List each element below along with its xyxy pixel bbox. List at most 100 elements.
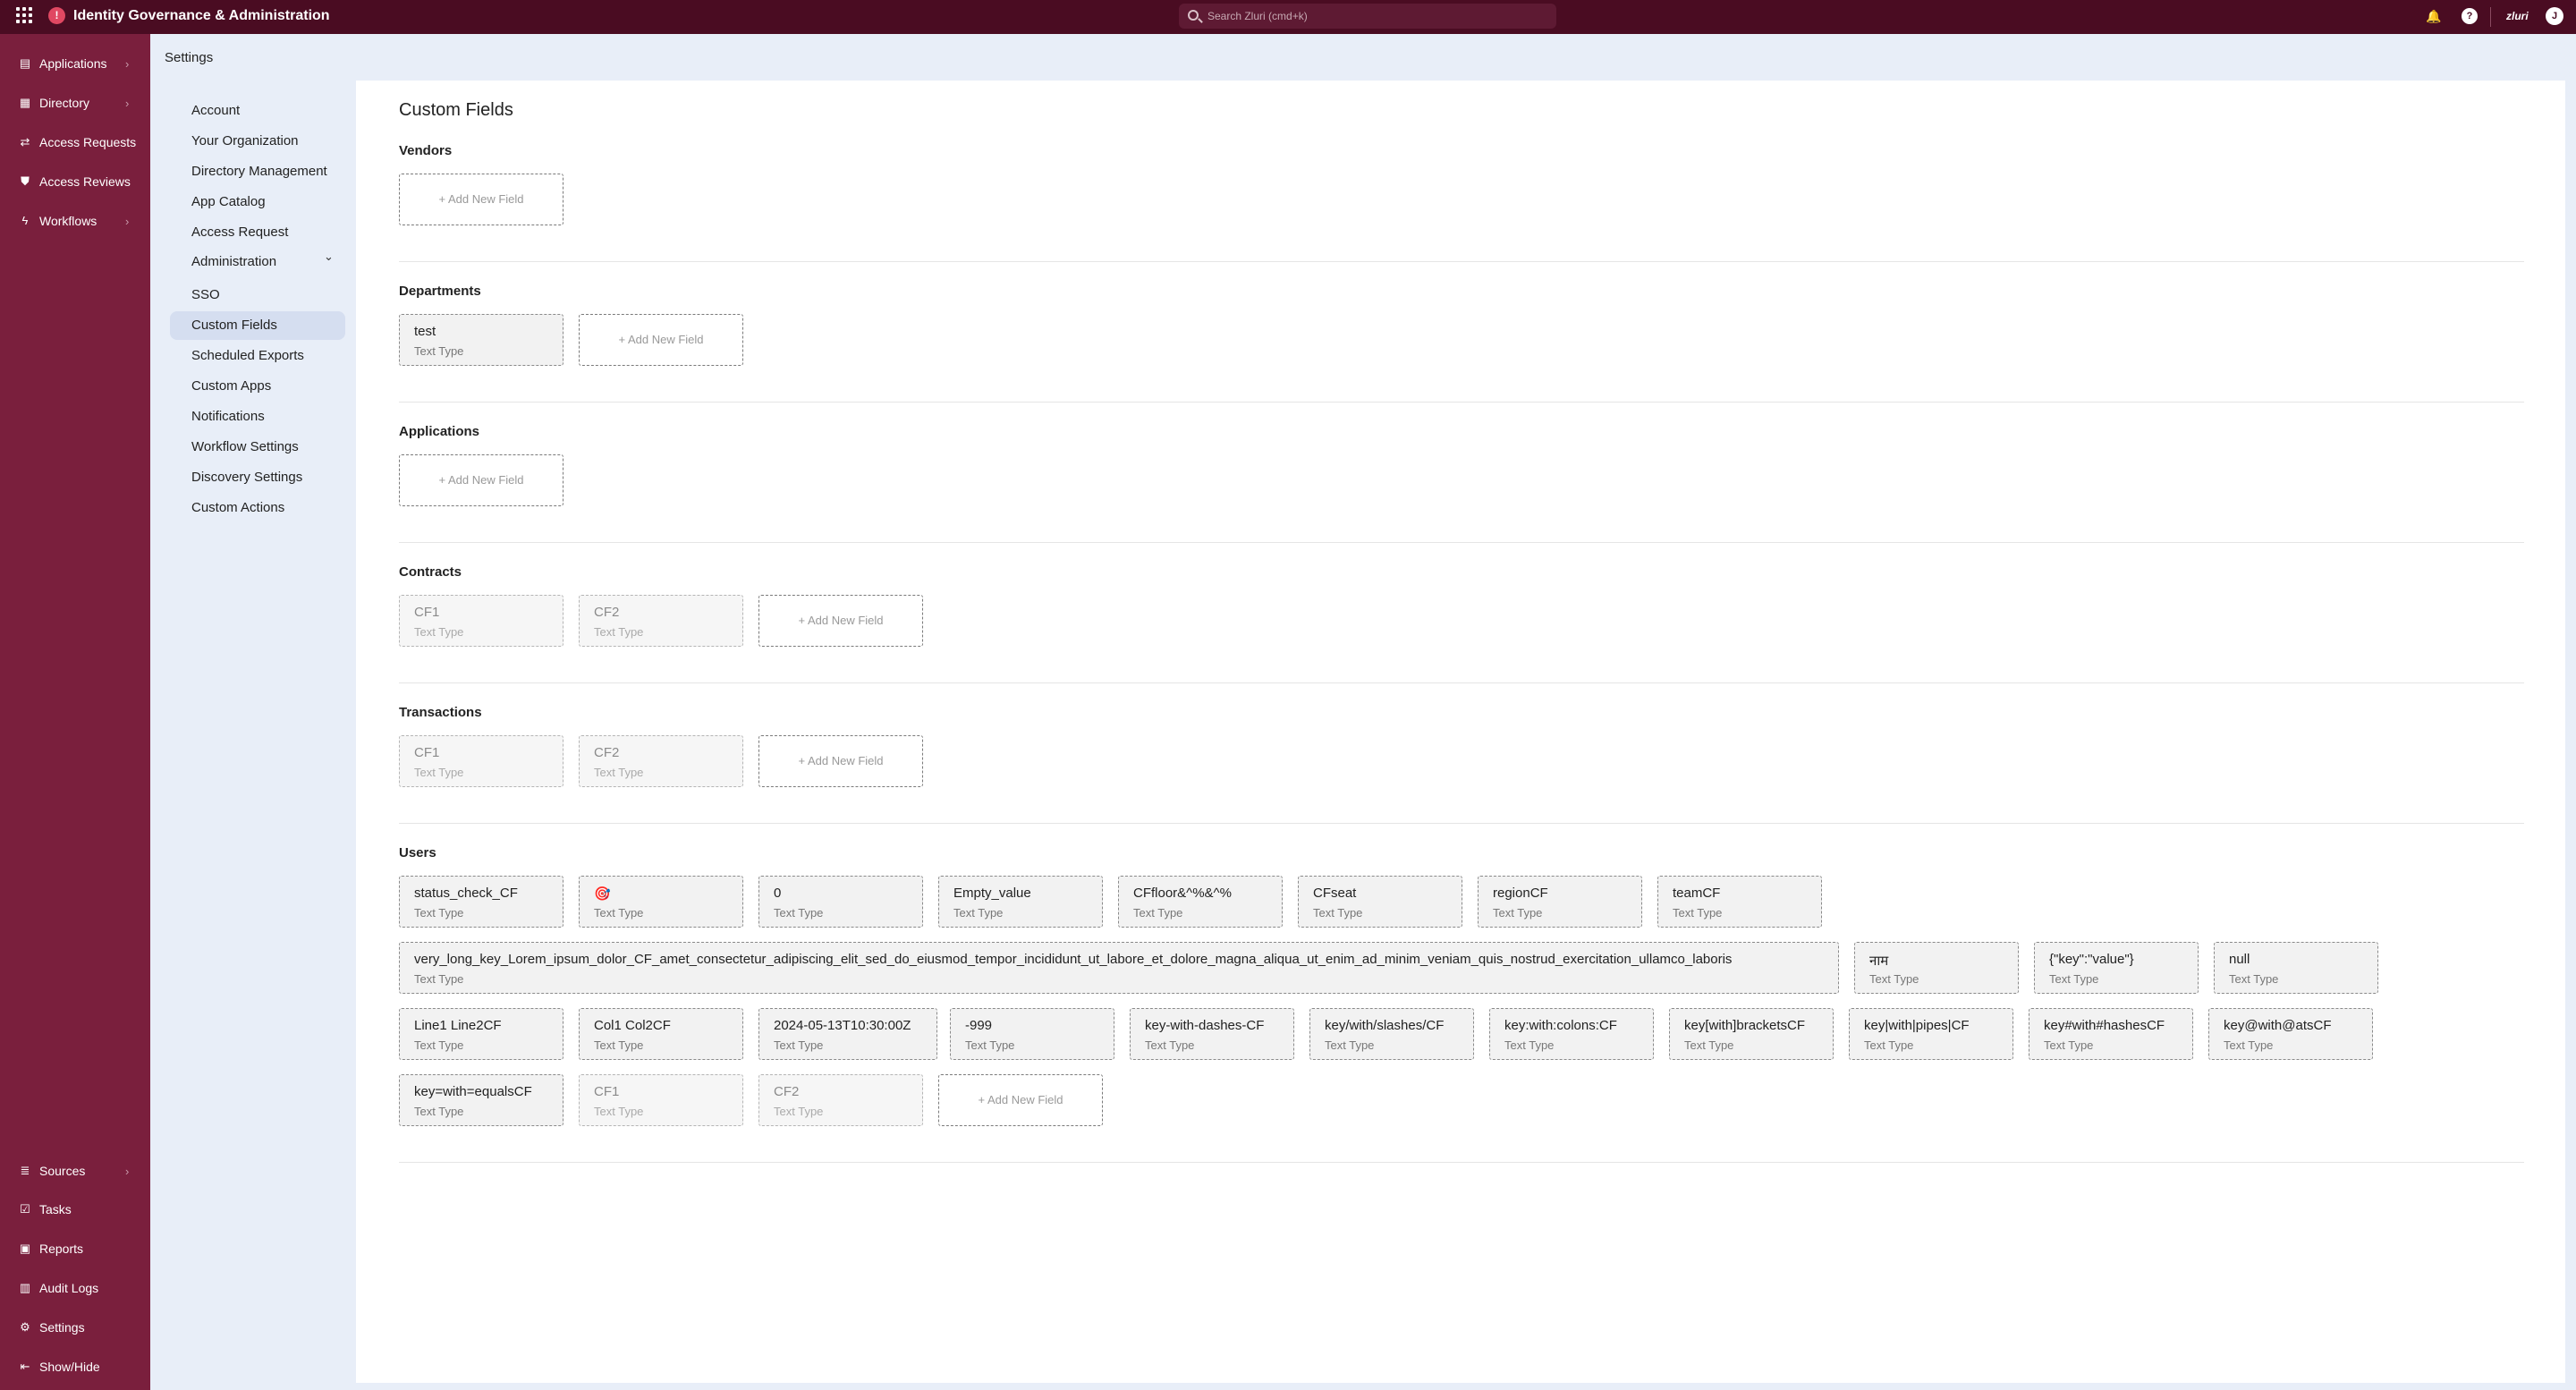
gear-icon: ⚙ [20,1320,30,1334]
add-new-field-label: + Add New Field [798,754,884,767]
custom-field-type: Text Type [1325,1038,1375,1052]
custom-field-card[interactable]: 🎯 Text Type [579,876,743,928]
rail-item-show-hide[interactable]: ⇤ Show/Hide [0,1352,150,1382]
add-new-field-button[interactable]: + Add New Field [758,735,923,787]
settings-nav-discovery-settings[interactable]: Discovery Settings [170,463,345,492]
rail-item-reports[interactable]: ▣ Reports [0,1233,150,1264]
custom-field-name: {"key":"value"} [2049,952,2134,967]
custom-field-name: 2024-05-13T10:30:00Z [774,1018,911,1033]
settings-nav-custom-fields[interactable]: Custom Fields [170,311,345,340]
custom-field-type: Text Type [594,625,644,639]
custom-field-card[interactable]: Col1 Col2CF Text Type [579,1008,743,1060]
custom-field-card[interactable]: CFseat Text Type [1298,876,1462,928]
custom-field-card[interactable]: key|with|pipes|CF Text Type [1849,1008,2013,1060]
settings-nav-access-request[interactable]: Access Request [170,218,345,247]
add-new-field-label: + Add New Field [438,473,524,487]
custom-field-name: test [414,324,436,339]
custom-field-card[interactable]: 0 Text Type [758,876,923,928]
rail-item-tasks[interactable]: ☑ Tasks [0,1194,150,1225]
rail-item-sources[interactable]: ≣ Sources › [0,1156,150,1186]
rail-item-audit-logs[interactable]: ▥ Audit Logs [0,1273,150,1303]
settings-nav-custom-apps[interactable]: Custom Apps [170,372,345,401]
custom-field-type: Text Type [774,1105,824,1118]
custom-field-card[interactable]: CF1 Text Type [579,1074,743,1126]
custom-field-card[interactable]: CF2 Text Type [758,1074,923,1126]
custom-field-card[interactable]: key:with:colons:CF Text Type [1489,1008,1654,1060]
custom-field-name: Empty_value [953,886,1031,901]
chevron-down-icon[interactable]: ⌄ [324,250,334,264]
custom-field-card[interactable]: नाम Text Type [1854,942,2019,994]
custom-field-name: teamCF [1673,886,1721,901]
settings-nav-app-catalog[interactable]: App Catalog [170,188,345,216]
custom-field-card[interactable]: CF2 Text Type [579,595,743,647]
custom-field-card[interactable]: key=with=equalsCF Text Type [399,1074,564,1126]
add-new-field-button[interactable]: + Add New Field [758,595,923,647]
custom-field-card[interactable]: key/with/slashes/CF Text Type [1309,1008,1474,1060]
custom-field-card[interactable]: key-with-dashes-CF Text Type [1130,1008,1294,1060]
tasks-icon: ☑ [20,1202,30,1216]
add-new-field-button[interactable]: + Add New Field [399,454,564,506]
custom-field-name: CF1 [594,1084,620,1099]
rail-item-access-requests[interactable]: ⇄ Access Requests [0,127,150,157]
help-icon[interactable]: ? [2462,8,2478,24]
settings-nav-label: Account [191,103,241,118]
custom-field-card[interactable]: -999 Text Type [950,1008,1114,1060]
settings-nav-notifications[interactable]: Notifications [170,403,345,431]
custom-field-card[interactable]: Empty_value Text Type [938,876,1103,928]
custom-field-card[interactable]: status_check_CF Text Type [399,876,564,928]
section-divider [399,682,2524,683]
settings-nav-custom-actions[interactable]: Custom Actions [170,494,345,522]
custom-field-card[interactable]: 2024-05-13T10:30:00Z Text Type [758,1008,937,1060]
custom-field-name: regionCF [1493,886,1548,901]
custom-field-name: CFseat [1313,886,1357,901]
settings-header [150,34,2576,81]
custom-field-card[interactable]: regionCF Text Type [1478,876,1642,928]
custom-field-name: -999 [965,1018,993,1033]
chevron-right-icon: › [125,1164,130,1178]
settings-nav-account[interactable]: Account [170,97,345,125]
custom-field-card[interactable]: CF1 Text Type [399,735,564,787]
custom-field-card[interactable]: null Text Type [2214,942,2378,994]
custom-field-card[interactable]: CF1 Text Type [399,595,564,647]
custom-field-type: Text Type [774,906,824,920]
directory-icon: ▦ [19,96,31,109]
settings-nav-label: App Catalog [191,194,266,209]
org-logo[interactable]: zluri [2506,10,2529,22]
settings-nav-workflow-settings[interactable]: Workflow Settings [170,433,345,462]
custom-field-card[interactable]: Line1 Line2CF Text Type [399,1008,564,1060]
custom-field-name: नाम [1869,954,1889,969]
search-input[interactable]: Search Zluri (cmd+k) [1179,4,1556,29]
add-new-field-button[interactable]: + Add New Field [399,174,564,225]
bell-icon[interactable]: 🔔 [2426,8,2442,24]
add-new-field-button[interactable]: + Add New Field [938,1074,1103,1126]
settings-nav-your-organization[interactable]: Your Organization [170,127,345,156]
custom-field-card[interactable]: CFfloor&^%&^% Text Type [1118,876,1283,928]
custom-field-card[interactable]: very_long_key_Lorem_ipsum_dolor_CF_amet_… [399,942,1839,994]
rail-item-settings[interactable]: ⚙ Settings [0,1312,150,1343]
avatar[interactable]: J [2546,7,2563,25]
rail-item-directory[interactable]: ▦ Directory › [0,88,150,118]
app-launcher-icon[interactable] [16,7,32,23]
rail-item-applications[interactable]: ▤ Applications › [0,48,150,79]
settings-nav-sso[interactable]: SSO [170,281,345,309]
section-divider [399,261,2524,262]
settings-nav-scheduled-exports[interactable]: Scheduled Exports [170,342,345,370]
add-new-field-button[interactable]: + Add New Field [579,314,743,366]
rail-item-workflows[interactable]: ϟ Workflows › [0,206,150,236]
custom-field-name: Line1 Line2CF [414,1018,502,1033]
custom-field-card[interactable]: {"key":"value"} Text Type [2034,942,2199,994]
custom-field-card[interactable]: CF2 Text Type [579,735,743,787]
custom-field-card[interactable]: key#with#hashesCF Text Type [2029,1008,2193,1060]
settings-nav-directory-management[interactable]: Directory Management [170,157,345,186]
settings-nav-label: Access Request [191,225,289,240]
settings-nav-administration[interactable]: Administration [170,248,345,276]
custom-field-card[interactable]: key[with]bracketsCF Text Type [1669,1008,1834,1060]
rail-item-access-reviews[interactable]: ⛊ Access Reviews [0,166,150,197]
lightning-icon: ϟ [21,214,29,227]
audit-logs-icon: ▥ [19,1281,31,1294]
section-divider [399,542,2524,543]
custom-field-card[interactable]: test Text Type [399,314,564,366]
custom-field-card[interactable]: teamCF Text Type [1657,876,1822,928]
custom-field-card[interactable]: key@with@atsCF Text Type [2208,1008,2373,1060]
custom-field-type: Text Type [2229,972,2279,986]
